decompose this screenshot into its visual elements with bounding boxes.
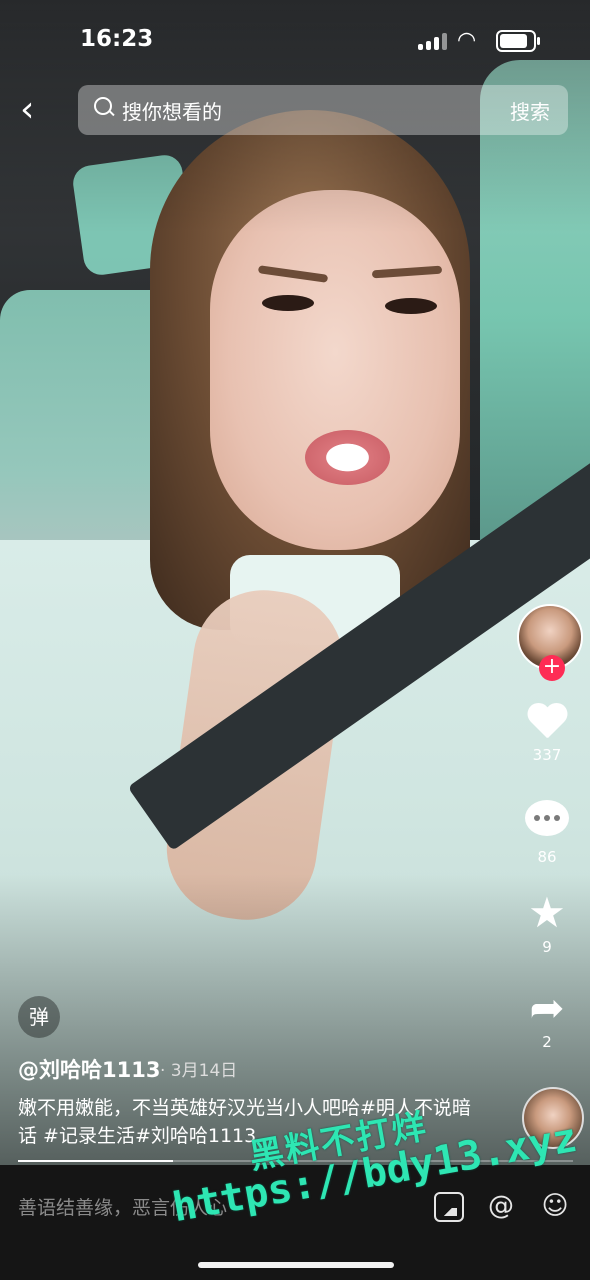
- search-button[interactable]: 搜索: [510, 96, 550, 125]
- back-icon[interactable]: ‹: [20, 90, 56, 130]
- video-frame[interactable]: [0, 0, 590, 1165]
- heart-icon: [526, 704, 568, 744]
- share-button[interactable]: ➦ 2: [512, 983, 582, 1052]
- image-icon[interactable]: [434, 1192, 464, 1222]
- like-count: 337: [532, 746, 562, 764]
- cellular-signal-icon: [418, 32, 448, 50]
- at-icon[interactable]: @: [484, 1189, 518, 1223]
- favorite-count: 9: [542, 938, 552, 956]
- follow-button[interactable]: +: [539, 655, 565, 681]
- favorite-button[interactable]: ★ 9: [512, 888, 582, 957]
- search-bar[interactable]: 搜你想看的 搜索: [78, 85, 568, 135]
- battery-icon: [496, 30, 540, 52]
- star-icon: ★: [528, 888, 566, 937]
- status-bar: 16:23 ◠: [0, 22, 590, 62]
- search-input[interactable]: 搜你想看的: [122, 96, 222, 125]
- comment-button[interactable]: 86: [512, 800, 582, 866]
- author-name[interactable]: @刘哈哈1113: [18, 1054, 160, 1084]
- home-indicator: [198, 1262, 394, 1268]
- like-button[interactable]: 337: [512, 704, 582, 764]
- comment-icon: [525, 800, 569, 836]
- emoji-icon[interactable]: ☺: [538, 1189, 572, 1223]
- danmu-toggle[interactable]: 弹: [18, 996, 60, 1038]
- comment-count: 86: [537, 848, 557, 866]
- overlay-gradient: [0, 0, 590, 1165]
- share-count: 2: [542, 1033, 552, 1051]
- wifi-icon: ◠: [457, 28, 477, 53]
- status-time: 16:23: [80, 26, 154, 52]
- share-icon: ➦: [529, 983, 565, 1032]
- post-date: · 3月14日: [160, 1061, 238, 1081]
- search-icon: [94, 97, 112, 115]
